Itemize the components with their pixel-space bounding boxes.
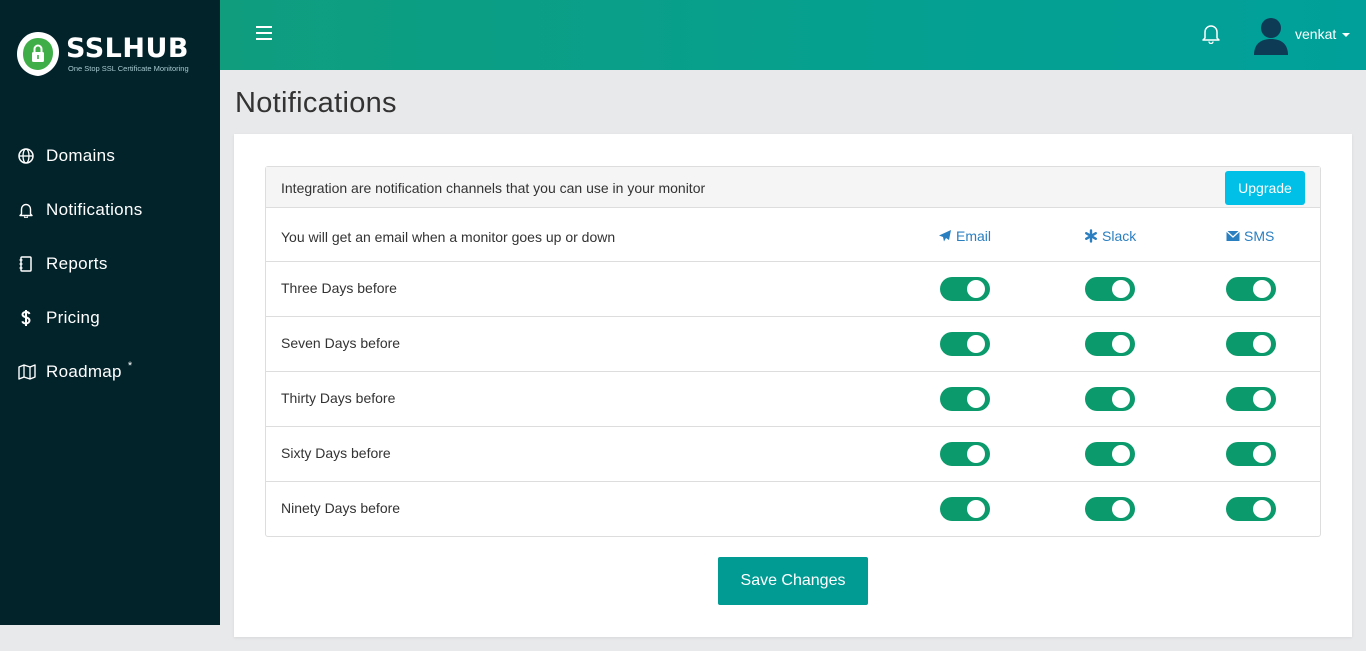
channel-sms-label: SMS (1244, 228, 1275, 244)
row-label: Three Days before (281, 280, 397, 296)
notify-row-seven-days: Seven Days before (266, 317, 1320, 372)
brand-logo[interactable]: SSLHUB One Stop SSL Certificate Monitori… (12, 28, 212, 84)
channels-description: You will get an email when a monitor goe… (281, 229, 616, 245)
sidebar-item-reports[interactable]: Reports (0, 237, 220, 291)
channel-slack-label: Slack (1102, 228, 1137, 244)
email-toggle[interactable] (940, 497, 990, 521)
notification-bell-icon[interactable] (1200, 22, 1222, 45)
slack-toggle[interactable] (1085, 332, 1135, 356)
email-toggle[interactable] (940, 277, 990, 301)
user-name[interactable]: venkat (1295, 26, 1336, 42)
channel-slack[interactable]: Slack (1084, 228, 1136, 244)
brand-name: SSLHUB (66, 33, 189, 64)
sidebar-nav: Domains Notifications Reports Pricing Ro… (0, 129, 220, 399)
top-bar: venkat (220, 0, 1366, 70)
asterisk-icon (1085, 229, 1098, 243)
channels-header-row: You will get an email when a monitor goe… (266, 208, 1320, 262)
integration-info: Integration are notification channels th… (281, 180, 706, 196)
sms-toggle[interactable] (1226, 332, 1276, 356)
envelope-icon (1226, 230, 1240, 241)
map-icon (18, 362, 46, 382)
sidebar-item-label: Pricing (46, 308, 101, 327)
sms-toggle[interactable] (1226, 497, 1276, 521)
channel-email-label: Email (956, 228, 992, 244)
row-label: Sixty Days before (281, 445, 391, 461)
slack-toggle[interactable] (1085, 277, 1135, 301)
email-toggle[interactable] (940, 332, 990, 356)
bell-icon (18, 200, 46, 220)
channel-email[interactable]: Email (938, 228, 991, 244)
sidebar-item-label: Domains (46, 146, 116, 165)
row-label: Thirty Days before (281, 390, 396, 406)
notifications-card: Integration are notification channels th… (234, 134, 1352, 637)
notify-row-ninety-days: Ninety Days before (266, 482, 1320, 537)
globe-icon (18, 146, 46, 166)
email-toggle[interactable] (940, 442, 990, 466)
notify-row-three-days: Three Days before (266, 262, 1320, 317)
email-toggle[interactable] (940, 387, 990, 411)
sidebar: SSLHUB One Stop SSL Certificate Monitori… (0, 0, 220, 625)
dollar-icon (18, 308, 46, 328)
row-label: Seven Days before (281, 335, 401, 351)
notify-row-sixty-days: Sixty Days before (266, 427, 1320, 482)
row-label: Ninety Days before (281, 500, 401, 516)
sms-toggle[interactable] (1226, 442, 1276, 466)
notebook-icon (18, 254, 46, 274)
sidebar-item-domains[interactable]: Domains (0, 129, 220, 183)
save-changes-button[interactable]: Save Changes (718, 557, 868, 605)
sms-toggle[interactable] (1226, 277, 1276, 301)
user-avatar[interactable] (1252, 15, 1290, 55)
integration-panel: Integration are notification channels th… (265, 166, 1321, 537)
roadmap-badge: * (127, 360, 133, 372)
chevron-down-icon[interactable] (1342, 33, 1350, 37)
slack-toggle[interactable] (1085, 387, 1135, 411)
slack-toggle[interactable] (1085, 442, 1135, 466)
notify-row-thirty-days: Thirty Days before (266, 372, 1320, 427)
panel-header: Integration are notification channels th… (266, 167, 1320, 208)
sidebar-item-roadmap[interactable]: Roadmap * (0, 345, 220, 399)
upgrade-button[interactable]: Upgrade (1225, 171, 1305, 205)
hamburger-icon[interactable] (256, 22, 274, 44)
sidebar-item-label: Notifications (46, 200, 143, 219)
channel-sms[interactable]: SMS (1226, 228, 1274, 244)
slack-toggle[interactable] (1085, 497, 1135, 521)
sidebar-item-label: Reports (46, 254, 108, 273)
sidebar-item-notifications[interactable]: Notifications (0, 183, 220, 237)
sidebar-item-pricing[interactable]: Pricing (0, 291, 220, 345)
shield-lock-icon (17, 32, 59, 76)
brand-tagline: One Stop SSL Certificate Monitoring (68, 64, 189, 73)
paper-plane-icon (939, 230, 951, 242)
sms-toggle[interactable] (1226, 387, 1276, 411)
page-title: Notifications (235, 87, 397, 119)
sidebar-item-label: Roadmap (46, 362, 122, 381)
